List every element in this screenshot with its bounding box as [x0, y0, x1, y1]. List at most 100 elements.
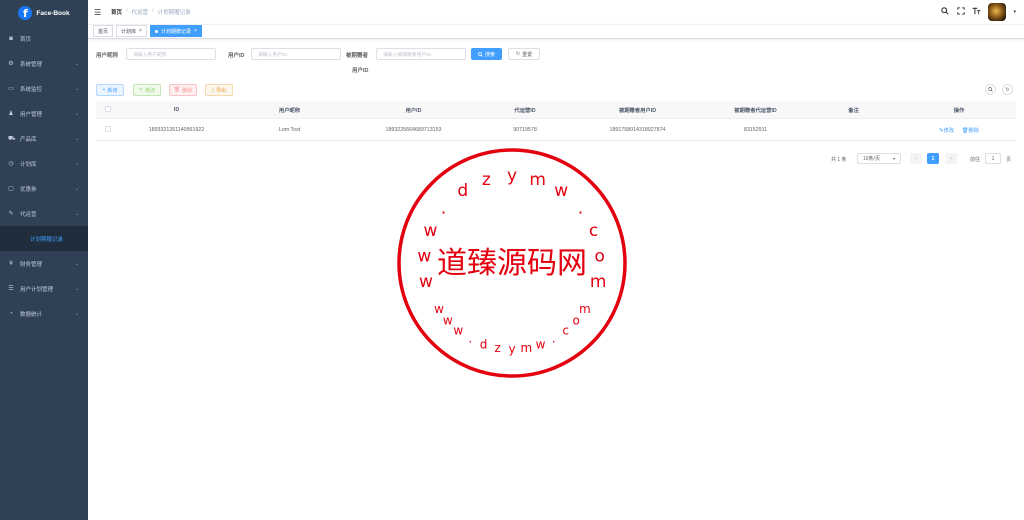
sidebar-item-gear[interactable]: ⚙ 系统管理 ⌄	[0, 51, 88, 76]
sidebar-item-ticket[interactable]: ▢ 优惠券 ⌄	[0, 176, 88, 201]
refresh-table-button[interactable]: ↻	[1002, 84, 1013, 95]
sidebar-item-chart[interactable]: ◔ 数据统计 ⌄	[0, 301, 88, 326]
nickname-placeholder: 请输入用户昵称	[133, 52, 167, 58]
receiver-placeholder: 请输入被期赠者用户ID	[383, 52, 431, 58]
cell-receiver-user-id: 1891758014318927874	[609, 126, 666, 133]
pagination-total: 共 1 条	[831, 157, 847, 163]
delete-button[interactable]: 🗑︎ 删除	[169, 84, 197, 96]
watermark-arc-letter: m	[590, 272, 607, 292]
page-size-select[interactable]: 10条/页 ▾	[857, 153, 901, 164]
sidebar-item-monitor[interactable]: ▭ 系统监控 ⌄	[0, 76, 88, 101]
watermark-arc-letter: w	[434, 302, 444, 316]
select-all-cell	[96, 105, 120, 114]
app-logo[interactable]: f Face-Book	[0, 0, 88, 26]
watermark-arc-letter: d	[480, 337, 488, 351]
prev-page-button[interactable]: <	[910, 153, 922, 164]
add-button[interactable]: + 新增	[96, 84, 124, 96]
goto-page-input[interactable]: 1	[985, 153, 1001, 164]
records-table: ID 用户昵称 用户ID 代运营ID 被期赠者用户ID 被期赠者代运营ID 备注…	[96, 101, 1016, 141]
trash-icon: 🗑︎	[173, 87, 181, 93]
caret-down-icon[interactable]: ▾	[1013, 9, 1016, 15]
user-id-placeholder: 请输入用户ID	[258, 52, 287, 58]
hamburger-menu-icon[interactable]: ☰	[94, 8, 103, 17]
sidebar: f Face-Book ◙ 首页 ⚙ 系统管理 ⌄ ▭ 系统监控 ⌄ ♟ 用户管理 ⌄ ⛟ 产品库 ⌄ ◷ 计…	[0, 0, 88, 520]
tag-label: 计划期赠记录	[160, 28, 191, 35]
delete-button-label: 删除	[182, 87, 193, 94]
toggle-search-button[interactable]	[985, 84, 996, 95]
chevron-down-icon: ⌄	[74, 310, 79, 317]
row-delete-link[interactable]: 🗑︎删除	[962, 128, 979, 134]
next-page-button[interactable]: >	[945, 153, 957, 164]
column-header-actions: 操作	[953, 107, 965, 114]
reset-button[interactable]: ↻ 重置	[508, 48, 540, 60]
sidebar-item-list[interactable]: ☰ 用户计划管理 ⌄	[0, 276, 88, 301]
watermark-arc-letter: c	[562, 323, 569, 337]
sidebar-item-tools[interactable]: ✎ 代运营 ⌄	[0, 201, 88, 226]
breadcrumb-home[interactable]: 首页	[111, 8, 122, 16]
watermark-arc-letter: m	[529, 170, 546, 190]
row-checkbox[interactable]	[105, 125, 111, 132]
sidebar-item-clock[interactable]: ◷ 计划库 ⌄	[0, 151, 88, 176]
tag-label: 首页	[98, 28, 109, 35]
cell-agent-id: 90719578	[513, 126, 537, 133]
user-icon: ♟	[8, 111, 14, 117]
watermark-arc-letter: .	[552, 331, 556, 345]
sidebar-item-user[interactable]: ♟ 用户管理 ⌄	[0, 101, 88, 126]
chevron-down-icon: ⌄	[74, 135, 79, 142]
watermark-seal: 道臻源码网 www.dz y mw.comwww. d z y m w .com	[397, 148, 627, 378]
download-icon: ⤓	[211, 87, 215, 93]
cell-user-id: 1893225664689713153	[385, 126, 442, 133]
search-button[interactable]: 搜索	[471, 48, 502, 60]
font-size-icon[interactable]	[972, 7, 981, 17]
list-icon: ☰	[8, 286, 14, 292]
user-avatar[interactable]	[988, 3, 1007, 21]
search-button-label: 搜索	[484, 51, 495, 58]
watermark-arc-letter: w	[536, 337, 546, 351]
fullscreen-icon[interactable]	[956, 7, 965, 17]
tag-plan-gift-records[interactable]: 计划期赠记录 ×	[149, 25, 202, 37]
top-navbar: ☰ 首页 / 代运营 / 计划期赠记录 ▾	[88, 0, 1024, 25]
close-icon[interactable]: ×	[139, 28, 142, 34]
receiver-user-id-input[interactable]: 请输入被期赠者用户ID	[376, 48, 466, 60]
sidebar-item-dashboard[interactable]: ◙ 首页	[0, 26, 88, 51]
row-select-cell	[96, 125, 120, 134]
monitor-icon: ▭	[8, 86, 14, 92]
sidebar-item-yen[interactable]: ¥ 财务管理 ⌄	[0, 251, 88, 276]
sidebar-item-label: 用户计划管理	[20, 286, 54, 293]
nickname-input[interactable]: 请输入用户昵称	[126, 48, 216, 60]
edit-icon: ✎	[138, 87, 144, 93]
page-number-current[interactable]: 1	[927, 153, 939, 164]
row-edit-label: 修改	[943, 127, 955, 134]
close-icon[interactable]: ×	[194, 28, 197, 34]
nickname-label: 用户昵称	[96, 53, 119, 59]
sidebar-item-label: 产品库	[20, 136, 37, 143]
watermark-arc-letter: w	[443, 313, 453, 327]
export-button[interactable]: ⤓ 导出	[205, 84, 233, 96]
select-all-checkbox[interactable]	[105, 105, 111, 112]
sidebar-item-cart[interactable]: ⛟ 产品库 ⌄	[0, 126, 88, 151]
tag-home[interactable]: 首页	[93, 25, 114, 37]
column-header-user-id: 用户ID	[405, 107, 422, 114]
active-dot-icon	[154, 29, 158, 33]
sidebar-item-label: 计划库	[20, 161, 37, 168]
reset-button-label: 重置	[522, 51, 533, 58]
breadcrumb-current: 计划期赠记录	[157, 10, 191, 16]
watermark-arc-letter: d	[457, 181, 468, 201]
row-delete-label: 删除	[968, 127, 979, 134]
watermark-arc-letter: y	[507, 166, 517, 186]
watermark-arc-letter: y	[508, 342, 515, 356]
sidebar-item-label: 财务管理	[20, 261, 43, 268]
user-id-label: 用户ID	[228, 53, 245, 59]
row-edit-link[interactable]: ✎修改	[939, 128, 954, 134]
chevron-down-icon: ⌄	[74, 160, 79, 167]
navbar-actions: ▾	[940, 3, 1016, 21]
search-icon[interactable]	[940, 7, 949, 17]
watermark-arc-letter: w	[417, 246, 431, 266]
user-id-input[interactable]: 请输入用户ID	[251, 48, 341, 60]
sidebar-subitem-plan-gift-records[interactable]: 计划期赠记录	[0, 226, 88, 251]
edit-button[interactable]: ✎ 修改	[133, 84, 161, 96]
tag-plan-library[interactable]: 计划库 ×	[116, 25, 147, 37]
watermark-arc-letter: w	[419, 272, 433, 292]
plus-icon: +	[102, 87, 106, 93]
chevron-down-icon: ⌄	[74, 60, 79, 67]
